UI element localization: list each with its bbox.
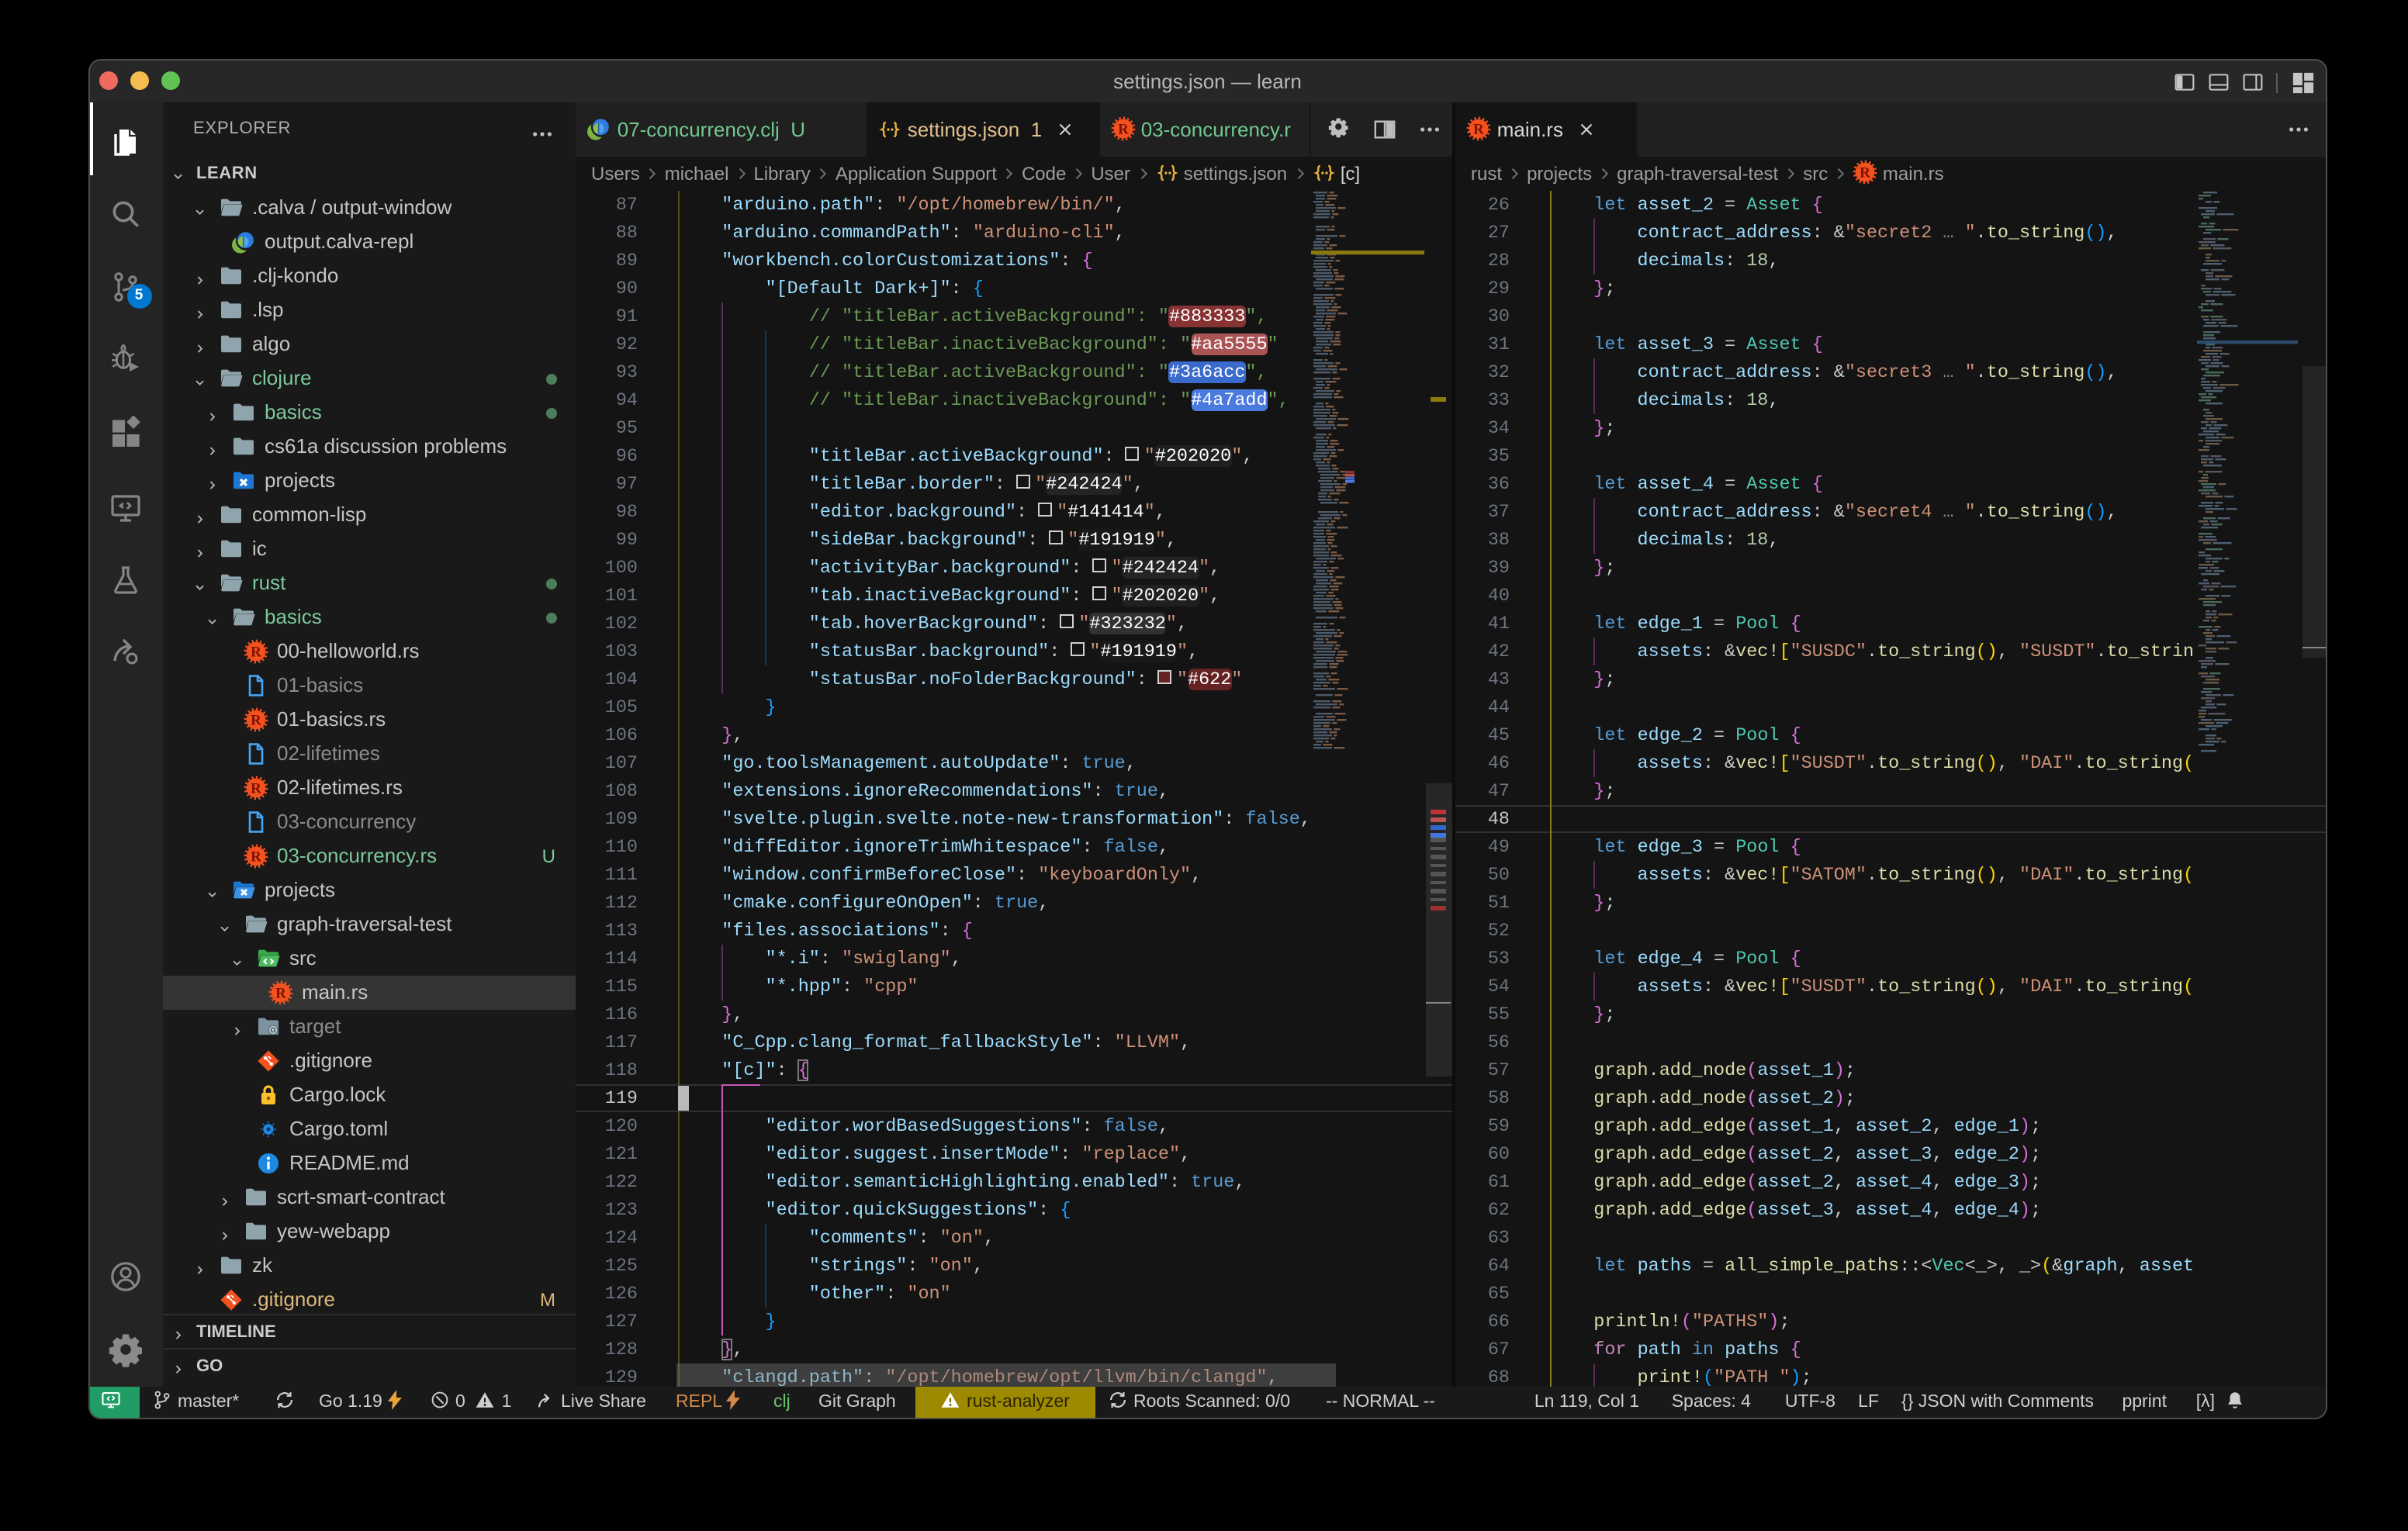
svg-text:R: R	[275, 985, 285, 1001]
svg-text:R: R	[1118, 121, 1129, 137]
svg-text:R: R	[250, 712, 261, 728]
svg-text:R: R	[1860, 164, 1870, 181]
svg-text:R: R	[250, 780, 261, 797]
svg-text:R: R	[250, 644, 261, 660]
svg-text:R: R	[250, 848, 261, 865]
svg-text:R: R	[1474, 121, 1485, 137]
